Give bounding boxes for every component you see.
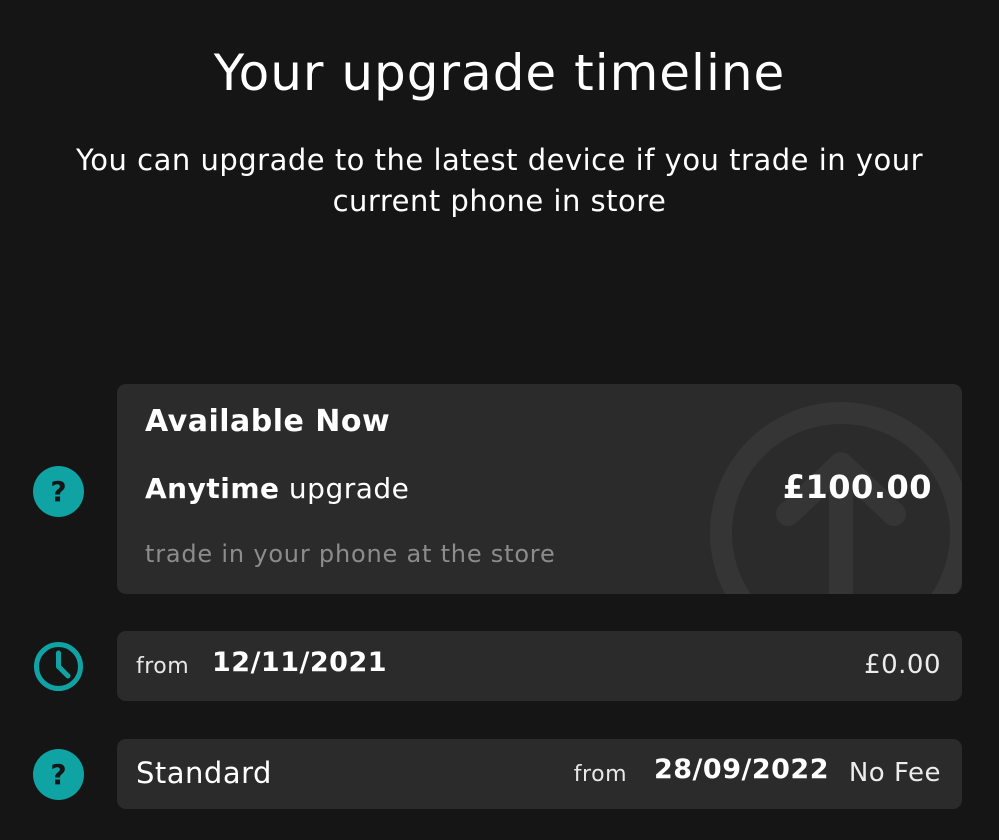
help-icon[interactable]: ? xyxy=(33,466,84,517)
upgrade-date-card[interactable]: from 12/11/2021 £0.00 xyxy=(117,631,962,701)
help-icon[interactable]: ? xyxy=(33,749,84,800)
page-title: Your upgrade timeline xyxy=(213,44,786,102)
standard-upgrade-card[interactable]: Standard from 28/09/2022 No Fee xyxy=(117,739,962,809)
upgrade-timeline-page: Your upgrade timeline You can upgrade to… xyxy=(0,0,999,840)
from-label: from xyxy=(136,654,190,679)
trade-in-note: trade in your phone at the store xyxy=(145,540,556,568)
from-label: from xyxy=(573,762,627,787)
upgrade-type: Anytime upgrade xyxy=(145,472,409,505)
standard-label: Standard xyxy=(136,756,272,790)
page-subtitle: You can upgrade to the latest device if … xyxy=(75,143,924,218)
upgrade-price: £100.00 xyxy=(782,468,932,506)
available-now-card[interactable]: Available Now Anytime upgrade £100.00 tr… xyxy=(117,384,962,594)
standard-date: 28/09/2022 xyxy=(653,754,829,785)
upgrade-fee: £0.00 xyxy=(864,650,941,680)
plan-name: Anytime xyxy=(145,472,280,505)
standard-fee: No Fee xyxy=(848,758,941,788)
upgrade-date: 12/11/2021 xyxy=(212,647,388,678)
plan-suffix: upgrade xyxy=(288,472,410,505)
clock-icon xyxy=(34,642,83,691)
availability-heading: Available Now xyxy=(145,404,391,439)
